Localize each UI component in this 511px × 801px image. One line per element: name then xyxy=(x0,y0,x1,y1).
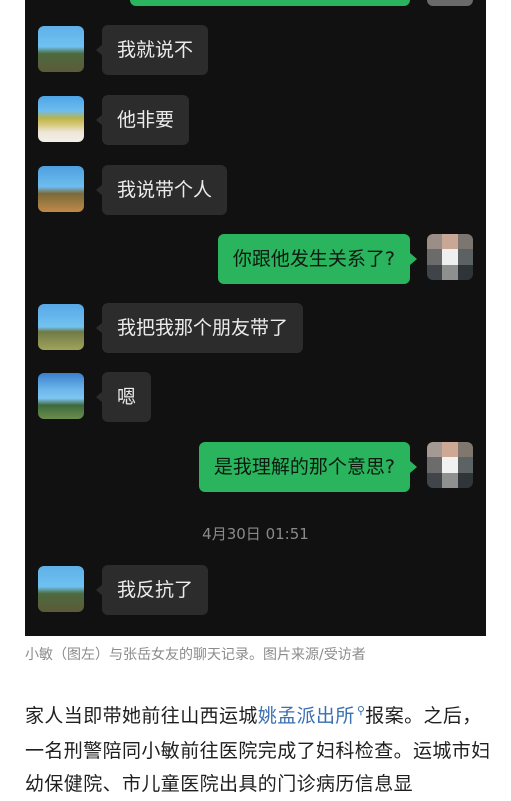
previous-outgoing-bubble-fragment xyxy=(130,0,410,6)
place-link[interactable]: 姚孟派出所 xyxy=(258,705,355,727)
avatar xyxy=(427,442,473,488)
avatar xyxy=(427,0,473,6)
chat-bubble-incoming: 他非要 xyxy=(102,95,190,145)
search-icon[interactable]: ⚲ xyxy=(357,704,365,717)
avatar xyxy=(38,373,84,419)
chat-bubble-incoming: 我就说不 xyxy=(102,25,209,75)
image-caption: 小敏（图左）与张岳女友的聊天记录。图片来源/受访者 xyxy=(25,647,366,663)
avatar xyxy=(38,166,84,212)
avatar xyxy=(427,234,473,280)
article-text: 家人当即带她前往山西运城 xyxy=(25,705,258,727)
avatar xyxy=(38,96,84,142)
chat-bubble-incoming: 我说带个人 xyxy=(102,165,228,215)
avatar xyxy=(38,304,84,350)
bubble-tail xyxy=(410,253,417,265)
article-paragraph: 家人当即带她前往山西运城姚孟派出所 ⚲报案。之后，一名刑警陪同小敏前往医院完成了妇… xyxy=(25,700,491,801)
chat-bubble-incoming: 嗯 xyxy=(102,372,152,422)
chat-timestamp: 4月30日 01:51 xyxy=(202,525,309,543)
chat-bubble-outgoing: 是我理解的那个意思? xyxy=(198,442,410,492)
chat-screenshot: 我就说不 他非要 我说带个人 你跟他发生关系了? 我把我那个朋友带了 嗯 是我理… xyxy=(25,0,486,636)
chat-bubble-outgoing: 你跟他发生关系了? xyxy=(217,234,410,284)
avatar xyxy=(38,566,84,612)
chat-bubble-incoming: 我反抗了 xyxy=(102,565,209,615)
avatar xyxy=(38,26,84,72)
bubble-tail xyxy=(410,461,417,473)
chat-bubble-incoming: 我把我那个朋友带了 xyxy=(102,303,304,353)
